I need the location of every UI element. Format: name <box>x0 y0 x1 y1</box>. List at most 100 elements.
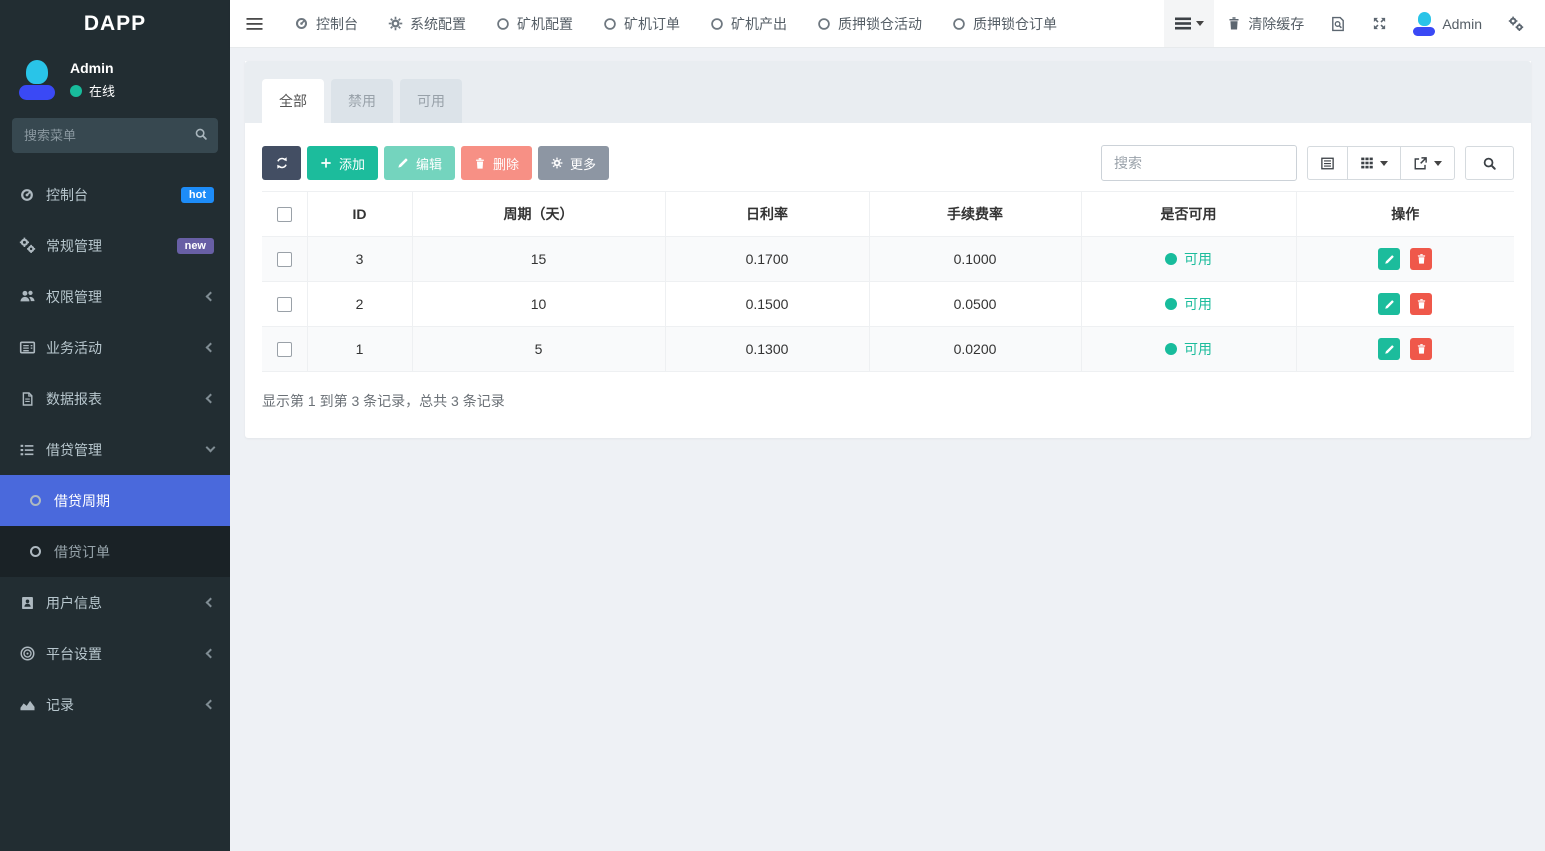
trash-icon <box>1416 298 1427 310</box>
gear-icon <box>551 157 563 169</box>
panel-tabs: 全部 禁用 可用 <box>245 61 1531 123</box>
sidebar-item-user-info[interactable]: 用户信息 <box>0 577 230 628</box>
refresh-button[interactable] <box>262 146 301 180</box>
nav-item-staking-activities[interactable]: 质押锁仓活动 <box>802 0 937 47</box>
sidebar-item-general[interactable]: 常规管理 new <box>0 220 230 271</box>
table-header-row: ID 周期（天） 日利率 手续费率 是否可用 操作 <box>262 192 1514 237</box>
trash-icon <box>474 157 486 170</box>
sidebar-item-reports[interactable]: 数据报表 <box>0 373 230 424</box>
dashboard-icon <box>294 16 309 31</box>
row-checkbox[interactable] <box>277 297 292 312</box>
list-icon <box>1175 17 1191 30</box>
nav-list-dropdown-toggle[interactable] <box>1164 0 1214 47</box>
pencil-icon <box>1384 299 1395 310</box>
expand-icon <box>1372 16 1387 31</box>
clear-cache-button[interactable]: 清除缓存 <box>1214 0 1317 47</box>
tab-disabled[interactable]: 禁用 <box>331 79 393 123</box>
search-icon <box>1482 156 1497 171</box>
file-search-button[interactable] <box>1317 0 1359 47</box>
view-button-group <box>1307 146 1455 180</box>
columns-button[interactable] <box>1347 146 1401 180</box>
file-search-icon <box>1330 16 1346 32</box>
sidebar-item-lending-orders[interactable]: 借贷订单 <box>0 526 230 577</box>
sidebar-menu: 控制台 hot 常规管理 new 权限管理 业务活动 数据报表 <box>0 159 230 851</box>
row-checkbox[interactable] <box>277 252 292 267</box>
nav-item-miner-orders[interactable]: 矿机订单 <box>588 0 695 47</box>
table-row: 1 5 0.1300 0.0200 可用 <box>262 327 1514 372</box>
nav-item-staking-orders[interactable]: 质押锁仓订单 <box>937 0 1072 47</box>
advanced-search-button[interactable] <box>1465 146 1514 180</box>
main-area: 控制台 系统配置 矿机配置 矿机订单 矿机产出 <box>230 0 1545 851</box>
sidebar-item-lending-period[interactable]: 借贷周期 <box>0 475 230 526</box>
nav-item-dashboard[interactable]: 控制台 <box>279 0 373 47</box>
trash-icon <box>1227 16 1241 31</box>
user-name: Admin <box>70 60 115 76</box>
chevron-down-icon <box>206 443 216 453</box>
export-button[interactable] <box>1400 146 1455 180</box>
circle-icon <box>603 17 617 31</box>
more-button[interactable]: 更多 <box>538 146 609 180</box>
tab-enabled[interactable]: 可用 <box>400 79 462 123</box>
dashboard-icon <box>18 187 36 203</box>
circle-icon <box>26 546 44 557</box>
sidebar-item-activities[interactable]: 业务活动 <box>0 322 230 373</box>
search-icon <box>194 127 208 141</box>
edit-button[interactable]: 编辑 <box>384 146 455 180</box>
refresh-icon <box>275 156 289 170</box>
circle-icon <box>952 17 966 31</box>
table-search-input[interactable] <box>1101 145 1297 181</box>
status-dot-icon <box>1165 343 1177 355</box>
fullscreen-button[interactable] <box>1359 0 1400 47</box>
row-delete-button[interactable] <box>1410 338 1432 360</box>
row-delete-button[interactable] <box>1410 293 1432 315</box>
new-badge: new <box>177 238 214 254</box>
row-edit-button[interactable] <box>1378 293 1400 315</box>
record-count-summary: 显示第 1 到第 3 条记录，总共 3 条记录 <box>262 391 1514 411</box>
add-button[interactable]: 添加 <box>307 146 378 180</box>
nav-item-system-config[interactable]: 系统配置 <box>373 0 481 47</box>
row-edit-button[interactable] <box>1378 338 1400 360</box>
sidebar-item-records[interactable]: 记录 <box>0 679 230 730</box>
gears-icon <box>18 237 36 254</box>
list-icon <box>18 442 36 458</box>
hamburger-menu-icon[interactable] <box>230 0 279 47</box>
sidebar-item-dashboard[interactable]: 控制台 hot <box>0 169 230 220</box>
chevron-left-icon <box>206 292 216 302</box>
status-badge: 可用 <box>1165 249 1212 269</box>
sidebar-item-platform-settings[interactable]: 平台设置 <box>0 628 230 679</box>
table-toolbar: 添加 编辑 删除 更多 <box>262 145 1514 181</box>
user-status: 在线 <box>89 81 115 100</box>
row-delete-button[interactable] <box>1410 248 1432 270</box>
select-all-checkbox[interactable] <box>277 207 292 222</box>
sidebar-search-input[interactable] <box>12 118 218 153</box>
chevron-left-icon <box>206 394 216 404</box>
caret-down-icon <box>1434 161 1442 166</box>
chevron-left-icon <box>206 700 216 710</box>
sidebar-item-permissions[interactable]: 权限管理 <box>0 271 230 322</box>
row-edit-button[interactable] <box>1378 248 1400 270</box>
online-dot-icon <box>70 85 82 97</box>
nav-item-miner-output[interactable]: 矿机产出 <box>695 0 802 47</box>
sidebar-item-lending[interactable]: 借贷管理 <box>0 424 230 475</box>
delete-button[interactable]: 删除 <box>461 146 532 180</box>
export-icon <box>1413 156 1428 171</box>
nav-item-miner-config[interactable]: 矿机配置 <box>481 0 588 47</box>
circle-icon <box>496 17 510 31</box>
pencil-icon <box>1384 254 1395 265</box>
grid-columns-icon <box>1360 156 1374 170</box>
gear-icon <box>388 16 403 31</box>
file-icon <box>18 391 36 407</box>
newspaper-icon <box>18 339 36 356</box>
row-checkbox[interactable] <box>277 342 292 357</box>
status-dot-icon <box>1165 298 1177 310</box>
circle-icon <box>817 17 831 31</box>
chart-area-icon <box>18 696 36 713</box>
app-logo: DAPP <box>0 0 230 48</box>
settings-button[interactable] <box>1495 0 1537 47</box>
user-menu[interactable]: Admin <box>1400 0 1495 47</box>
detail-view-button[interactable] <box>1307 146 1348 180</box>
tab-all[interactable]: 全部 <box>262 79 324 123</box>
col-header-actions: 操作 <box>1296 192 1514 237</box>
panel-body: 添加 编辑 删除 更多 <box>245 123 1531 438</box>
chevron-left-icon <box>206 598 216 608</box>
